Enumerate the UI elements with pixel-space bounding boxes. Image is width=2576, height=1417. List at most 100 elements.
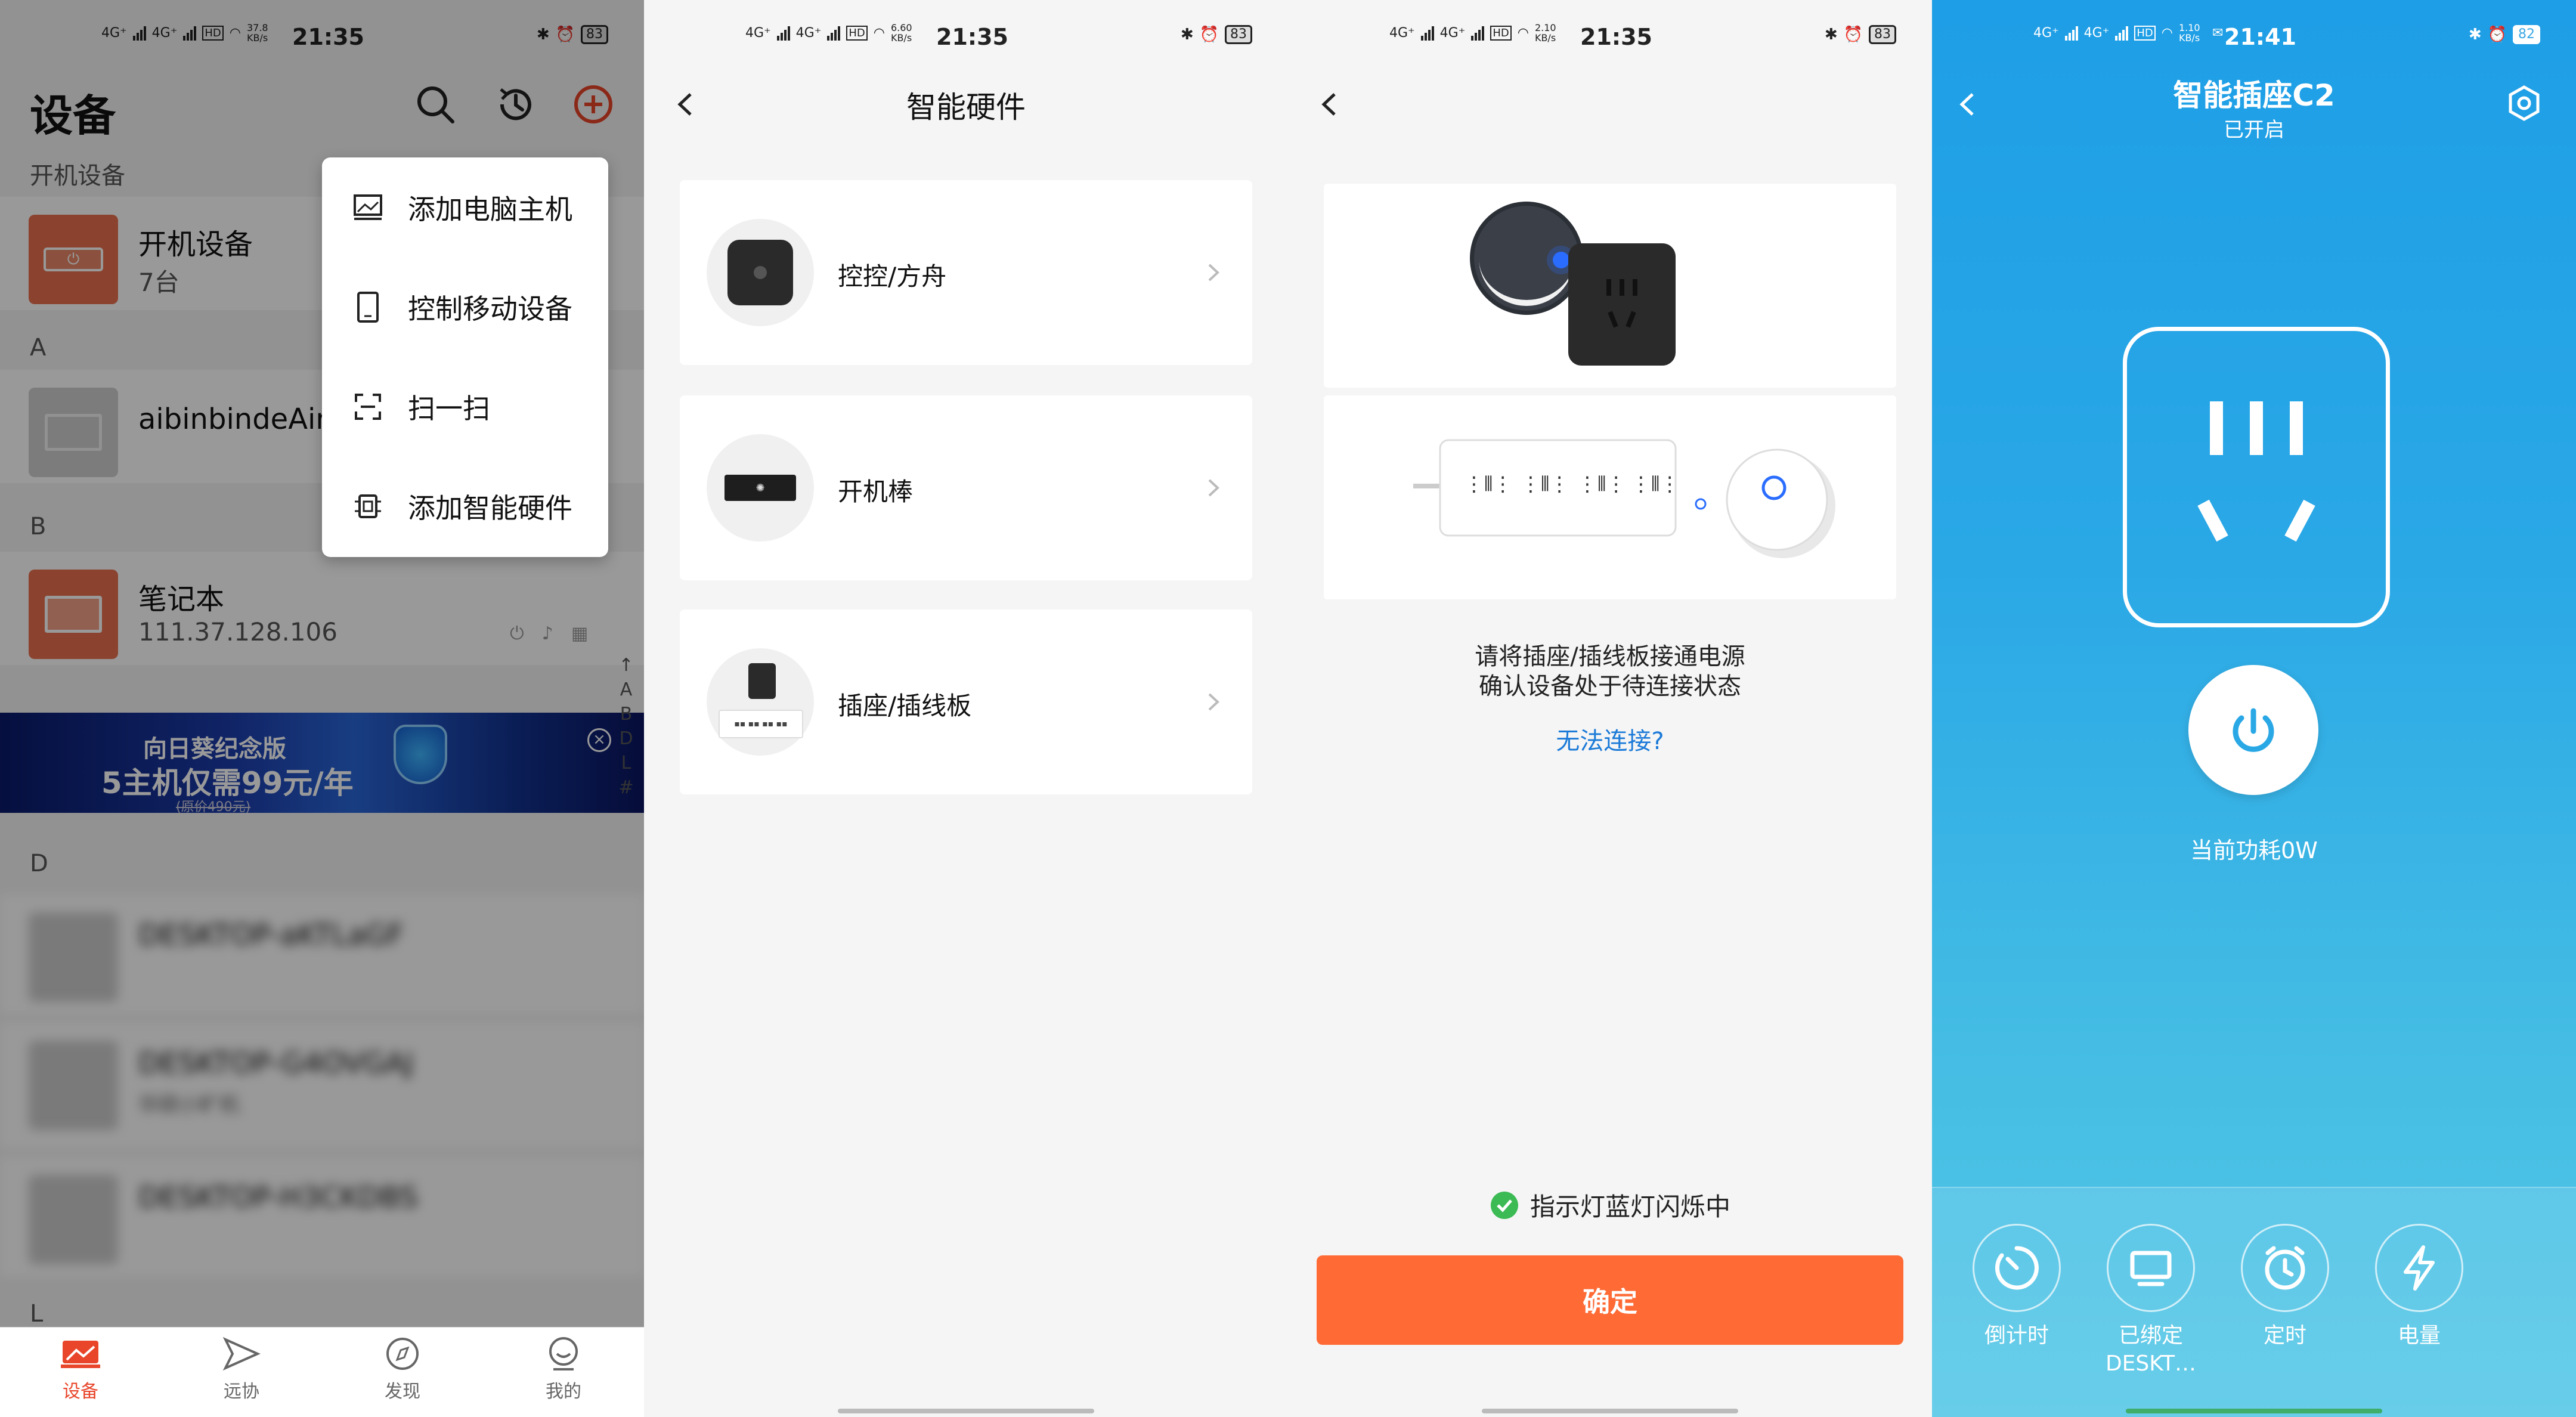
menu-label: 控制移动设备 xyxy=(408,292,572,325)
wifi-icon: ◠ xyxy=(873,25,885,41)
home-indicator xyxy=(2126,1409,2382,1413)
menu-label: 添加智能硬件 xyxy=(408,491,572,524)
signal-icon xyxy=(827,25,841,41)
monitor-icon xyxy=(2130,1251,2172,1286)
menu-label: 添加电脑主机 xyxy=(408,193,572,225)
svg-text:⋮⫴⋮: ⋮⫴⋮ xyxy=(1577,472,1626,496)
check-circle-icon[interactable] xyxy=(1490,1190,1519,1220)
add-menu: 添加电脑主机 控制移动设备 扫一扫 添加智能硬件 xyxy=(322,157,608,557)
instruction-line2: 确认设备处于待连接状态 xyxy=(1479,673,1741,700)
tab-mine[interactable]: 我的 xyxy=(483,1336,644,1403)
page-title: 智能硬件 xyxy=(906,90,1026,125)
network-label: 4G⁺ xyxy=(745,25,771,41)
hd-label: HD xyxy=(846,25,868,41)
hd-label: HD xyxy=(1490,25,1512,41)
alarm-icon: ⏰ xyxy=(1843,26,1863,44)
signal-icon xyxy=(2064,25,2078,41)
bound-device-name: DESKT… xyxy=(2105,1351,2197,1376)
chevron-right-icon xyxy=(1208,479,1219,497)
tab-label: 设备 xyxy=(63,1381,98,1402)
battery-indicator: 83 xyxy=(1869,25,1896,44)
compass-icon xyxy=(386,1338,419,1370)
status-bar: 4G⁺ 4G⁺ HD ◠ 2.10 KB/s 21:35 ✱ ⏰ 83 xyxy=(1288,0,1932,72)
menu-label: 扫一扫 xyxy=(408,392,490,425)
hardware-item[interactable]: ✺ 开机棒 xyxy=(680,395,1252,580)
countdown-icon xyxy=(1995,1246,2039,1290)
tab-remote[interactable]: 远协 xyxy=(161,1336,322,1403)
tab-label: 我的 xyxy=(546,1381,581,1402)
svg-text:⋮⫴⋮: ⋮⫴⋮ xyxy=(1521,472,1569,496)
function-bar: 倒计时 已绑定 DESKT… 定时 电量 xyxy=(1932,1187,2576,1417)
function-label: 倒计时 xyxy=(1984,1323,2049,1348)
device-status: 已开启 xyxy=(2224,118,2284,142)
tab-label: 发现 xyxy=(385,1381,420,1402)
scan-icon xyxy=(352,391,384,423)
home-indicator xyxy=(1482,1409,1738,1413)
hardware-item[interactable]: 控控/方舟 xyxy=(680,180,1252,365)
connect-guide-screen: 4G⁺ 4G⁺ HD ◠ 2.10 KB/s 21:35 ✱ ⏰ 83 ⋮⫴⋮ … xyxy=(1288,0,1932,1417)
hardware-label: 插座/插线板 xyxy=(838,691,972,720)
wifi-icon: ◠ xyxy=(2161,25,2173,41)
function-label: 定时 xyxy=(2263,1323,2306,1348)
power-strip-illustration: ⋮⫴⋮ ⋮⫴⋮ ⋮⫴⋮ ⋮⫴⋮ xyxy=(1324,395,1896,599)
signal-icon xyxy=(1471,25,1485,41)
devices-tab-icon xyxy=(61,1341,100,1368)
hardware-label: 控控/方舟 xyxy=(838,262,947,291)
alarm-icon: ⏰ xyxy=(2487,26,2507,44)
socket-illustration xyxy=(1324,184,1896,388)
hardware-item[interactable]: ▪▪ ▪▪ ▪▪ ▪▪ 插座/插线板 xyxy=(680,610,1252,794)
energy-button[interactable]: 电量 xyxy=(2360,1224,2479,1349)
socket-image: ▪▪ ▪▪ ▪▪ ▪▪ xyxy=(707,648,814,756)
battery-indicator: 83 xyxy=(1225,25,1252,44)
confirm-button[interactable]: 确定 xyxy=(1317,1255,1903,1345)
function-label: 已绑定 xyxy=(2118,1323,2183,1348)
tab-devices[interactable]: 设备 xyxy=(0,1336,161,1403)
lightning-icon xyxy=(2404,1245,2435,1291)
controller-image xyxy=(707,219,814,326)
smart-plug-screen: 4G⁺ 4G⁺ HD ◠ 1.10 KB/s ✉ 21:41 ✱ ⏰ 82 智能… xyxy=(1932,0,2576,1417)
indicator-checkbox-row[interactable]: 指示灯蓝灯闪烁中 xyxy=(1288,1187,1932,1223)
status-bar: 4G⁺ 4G⁺ HD ◠ 1.10 KB/s ✉ 21:41 ✱ ⏰ 82 xyxy=(1932,0,2576,72)
network-label: 4G⁺ xyxy=(1439,25,1466,41)
countdown-button[interactable]: 倒计时 xyxy=(1957,1224,2076,1349)
home-indicator xyxy=(838,1409,1094,1413)
svg-text:⋮⫴⋮: ⋮⫴⋮ xyxy=(1464,472,1513,496)
alarm-icon: ⏰ xyxy=(1199,26,1219,44)
schedule-button[interactable]: 定时 xyxy=(2225,1224,2345,1349)
network-label: 4G⁺ xyxy=(2033,25,2059,41)
wechat-icon: ✉ xyxy=(2212,25,2224,41)
signal-icon xyxy=(2115,25,2129,41)
phone-icon xyxy=(352,291,384,323)
bluetooth-icon: ✱ xyxy=(2468,26,2482,44)
device-title: 智能插座C2 xyxy=(2173,78,2335,113)
power-consumption: 当前功耗0W xyxy=(2190,837,2318,864)
network-label: 4G⁺ xyxy=(1389,25,1415,41)
menu-item-control-mobile[interactable]: 控制移动设备 xyxy=(322,257,608,357)
bound-device-button[interactable]: 已绑定 DESKT… xyxy=(2091,1224,2210,1376)
alarm-clock-icon xyxy=(2265,1246,2305,1290)
speed-label: 2.10 KB/s xyxy=(1534,22,1556,44)
svg-text:⋮⫴⋮: ⋮⫴⋮ xyxy=(1631,472,1680,496)
menu-item-add-pc[interactable]: 添加电脑主机 xyxy=(322,157,608,257)
back-icon[interactable] xyxy=(1312,83,1348,125)
bluetooth-icon: ✱ xyxy=(1180,26,1194,44)
battery-indicator: 82 xyxy=(2513,25,2540,44)
settings-icon[interactable] xyxy=(2504,83,2544,123)
smart-hardware-screen: 4G⁺ 4G⁺ HD ◠ 6.60 KB/s 21:35 ✱ ⏰ 83 智能硬件… xyxy=(644,0,1288,1417)
network-label: 4G⁺ xyxy=(2083,25,2110,41)
menu-item-add-hardware[interactable]: 添加智能硬件 xyxy=(322,456,608,556)
chip-icon xyxy=(352,490,384,522)
speed-label: 1.10 KB/s xyxy=(2178,22,2200,44)
clock: 21:35 xyxy=(936,24,1008,50)
tab-discover[interactable]: 发现 xyxy=(322,1336,483,1403)
power-button[interactable] xyxy=(2188,665,2318,795)
menu-item-scan[interactable]: 扫一扫 xyxy=(322,357,608,456)
smart-plug-image xyxy=(1470,202,1676,366)
image-icon xyxy=(352,191,384,224)
tab-label: 远协 xyxy=(224,1381,259,1402)
cannot-connect-link[interactable]: 无法连接? xyxy=(1288,722,1932,756)
chevron-right-icon xyxy=(1208,693,1219,711)
devices-screen: 4G⁺ 4G⁺ HD ◠ 37.8 KB/s 21:35 ✱ ⏰ 83 设备 开… xyxy=(0,0,644,1417)
wifi-icon: ◠ xyxy=(1517,25,1529,41)
remote-tab-icon xyxy=(222,1336,261,1371)
